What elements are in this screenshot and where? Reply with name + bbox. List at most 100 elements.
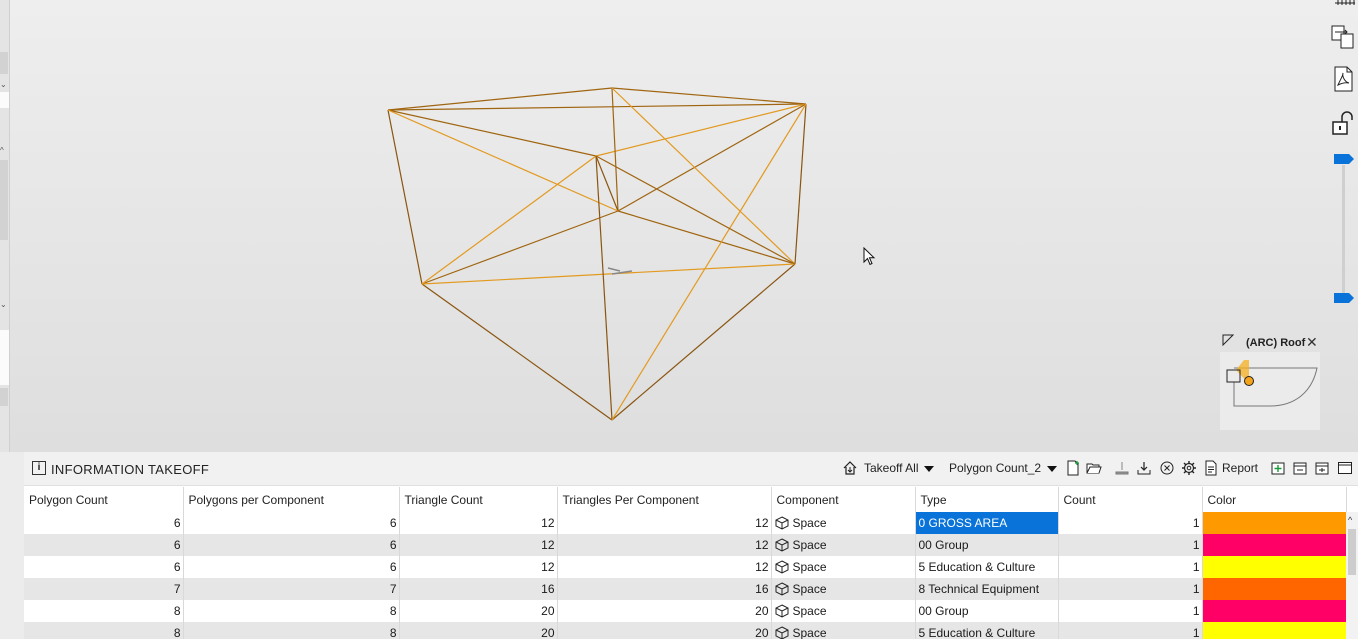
color-swatch-cell[interactable] xyxy=(1202,534,1347,556)
scroll-up-icon[interactable]: ^ xyxy=(1348,515,1352,525)
column-header[interactable]: Triangles Per Component xyxy=(557,487,772,512)
triangle-count-cell[interactable]: 20 xyxy=(399,622,558,639)
model-edge xyxy=(421,155,597,285)
new-file-icon[interactable] xyxy=(1065,460,1081,476)
3d-viewport[interactable]: ⌄ ^ ⌄ (ARC) Roof ✕ xyxy=(0,0,1358,452)
compare-icon[interactable] xyxy=(1330,24,1356,50)
model-edge xyxy=(595,103,807,157)
polygon-count-cell[interactable]: 7 xyxy=(24,578,184,600)
column-header[interactable]: Type xyxy=(915,487,1059,512)
color-swatch-cell[interactable] xyxy=(1202,556,1347,578)
component-cell[interactable]: Space xyxy=(771,534,916,556)
triangles-per-component-cell[interactable]: 12 xyxy=(557,534,772,556)
component-cell[interactable]: Space xyxy=(771,512,916,534)
section-slider-track[interactable] xyxy=(1342,165,1345,297)
triangles-per-component-cell[interactable]: 20 xyxy=(557,622,772,639)
download-icon[interactable] xyxy=(1136,460,1152,476)
triangles-per-component-cell[interactable]: 12 xyxy=(557,556,772,578)
maximize-panel-icon[interactable] xyxy=(1337,460,1353,476)
color-swatch-cell[interactable] xyxy=(1202,578,1347,600)
type-cell[interactable]: 8 Technical Equipment xyxy=(915,578,1059,600)
table-row[interactable]: 6 6 12 12 Space 0 GROSS AREA 1 xyxy=(24,512,1347,534)
triangles-per-component-cell[interactable]: 20 xyxy=(557,600,772,622)
color-swatch-cell[interactable] xyxy=(1202,622,1347,639)
scrollbar-thumb[interactable] xyxy=(1348,529,1356,575)
model-edge xyxy=(617,103,807,212)
home-icon[interactable] xyxy=(842,460,858,476)
component-cell[interactable]: Space xyxy=(771,600,916,622)
table-row[interactable]: 6 6 12 12 Space 5 Education & Culture 1 xyxy=(24,556,1347,578)
component-cell[interactable]: Space xyxy=(771,556,916,578)
count-cell[interactable]: 1 xyxy=(1058,512,1203,534)
component-cell[interactable]: Space xyxy=(771,622,916,639)
slider-top-thumb[interactable] xyxy=(1334,154,1354,164)
type-cell[interactable]: 00 Group xyxy=(915,534,1059,556)
polygons-per-component-cell[interactable]: 7 xyxy=(183,578,400,600)
clear-icon[interactable] xyxy=(1159,460,1175,476)
profile-select[interactable]: Polygon Count_2 xyxy=(949,461,1058,475)
column-header[interactable]: Triangle Count xyxy=(399,487,558,512)
polygon-count-cell[interactable]: 8 xyxy=(24,622,184,639)
polygon-count-cell[interactable]: 6 xyxy=(24,556,184,578)
column-header[interactable]: Count xyxy=(1058,487,1203,512)
navigation-widget[interactable]: (ARC) Roof ✕ xyxy=(1220,332,1320,430)
count-cell[interactable]: 1 xyxy=(1058,622,1203,639)
unlock-icon[interactable] xyxy=(1330,110,1356,136)
color-swatch-cell[interactable] xyxy=(1202,512,1347,534)
polygons-per-component-cell[interactable]: 8 xyxy=(183,622,400,639)
polygons-per-component-cell[interactable]: 6 xyxy=(183,512,400,534)
dropdown-arrow-icon[interactable] xyxy=(924,465,935,472)
column-header[interactable]: Component xyxy=(771,487,916,512)
type-cell[interactable]: 0 GROSS AREA xyxy=(915,512,1059,534)
report-button[interactable]: Report xyxy=(1222,461,1258,475)
table-row[interactable]: 7 7 16 16 Space 8 Technical Equipment 1 xyxy=(24,578,1347,600)
cube-icon xyxy=(775,516,788,530)
collapse-icon[interactable] xyxy=(1292,460,1308,476)
triangles-per-component-cell[interactable]: 12 xyxy=(557,512,772,534)
column-header[interactable]: Polygon Count xyxy=(24,487,184,512)
triangle-count-cell[interactable]: 12 xyxy=(399,512,558,534)
table-row[interactable]: 8 8 20 20 Space 00 Group 1 xyxy=(24,600,1347,622)
corner-arrow-icon[interactable] xyxy=(1222,334,1234,346)
count-cell[interactable]: 1 xyxy=(1058,600,1203,622)
count-cell[interactable]: 1 xyxy=(1058,578,1203,600)
triangle-count-cell[interactable]: 16 xyxy=(399,578,558,600)
pdf-icon[interactable] xyxy=(1330,66,1356,92)
dropdown-arrow-icon[interactable] xyxy=(1047,465,1058,472)
component-label: Space xyxy=(792,626,827,639)
count-cell[interactable]: 1 xyxy=(1058,534,1203,556)
count-cell[interactable]: 1 xyxy=(1058,556,1203,578)
close-icon[interactable]: ✕ xyxy=(1306,334,1318,351)
polygons-per-component-cell[interactable]: 8 xyxy=(183,600,400,622)
ruler-icon[interactable] xyxy=(1334,0,1356,6)
table-row[interactable]: 8 8 20 20 Space 5 Education & Culture 1 xyxy=(24,622,1347,639)
polygon-count-cell[interactable]: 6 xyxy=(24,512,184,534)
component-cell[interactable]: Space xyxy=(771,578,916,600)
column-header[interactable]: Polygons per Component xyxy=(183,487,400,512)
triangle-count-cell[interactable]: 12 xyxy=(399,556,558,578)
expand-icon[interactable] xyxy=(1314,460,1330,476)
wireframe-model[interactable] xyxy=(0,0,1300,452)
polygons-per-component-cell[interactable]: 6 xyxy=(183,534,400,556)
column-header[interactable]: Color xyxy=(1202,487,1347,512)
open-folder-icon[interactable] xyxy=(1086,460,1102,476)
type-cell[interactable]: 00 Group xyxy=(915,600,1059,622)
polygon-count-cell[interactable]: 8 xyxy=(24,600,184,622)
table-row[interactable]: 6 6 12 12 Space 00 Group 1 xyxy=(24,534,1347,556)
polygon-count-cell[interactable]: 6 xyxy=(24,534,184,556)
takeoff-all-button[interactable]: Takeoff All xyxy=(864,461,935,475)
type-cell[interactable]: 5 Education & Culture xyxy=(915,556,1059,578)
settings-icon[interactable] xyxy=(1181,460,1197,476)
triangles-per-component-cell[interactable]: 16 xyxy=(557,578,772,600)
triangle-count-cell[interactable]: 12 xyxy=(399,534,558,556)
type-cell[interactable]: 5 Education & Culture xyxy=(915,622,1059,639)
polygons-per-component-cell[interactable]: 6 xyxy=(183,556,400,578)
add-row-icon[interactable] xyxy=(1270,460,1286,476)
slider-bottom-thumb[interactable] xyxy=(1334,293,1354,303)
report-icon[interactable] xyxy=(1203,460,1219,476)
upload-icon[interactable] xyxy=(1114,460,1130,476)
triangle-count-cell[interactable]: 20 xyxy=(399,600,558,622)
color-swatch-cell[interactable] xyxy=(1202,600,1347,622)
table-scrollbar[interactable]: ^ xyxy=(1346,512,1358,639)
model-edge xyxy=(387,103,807,111)
